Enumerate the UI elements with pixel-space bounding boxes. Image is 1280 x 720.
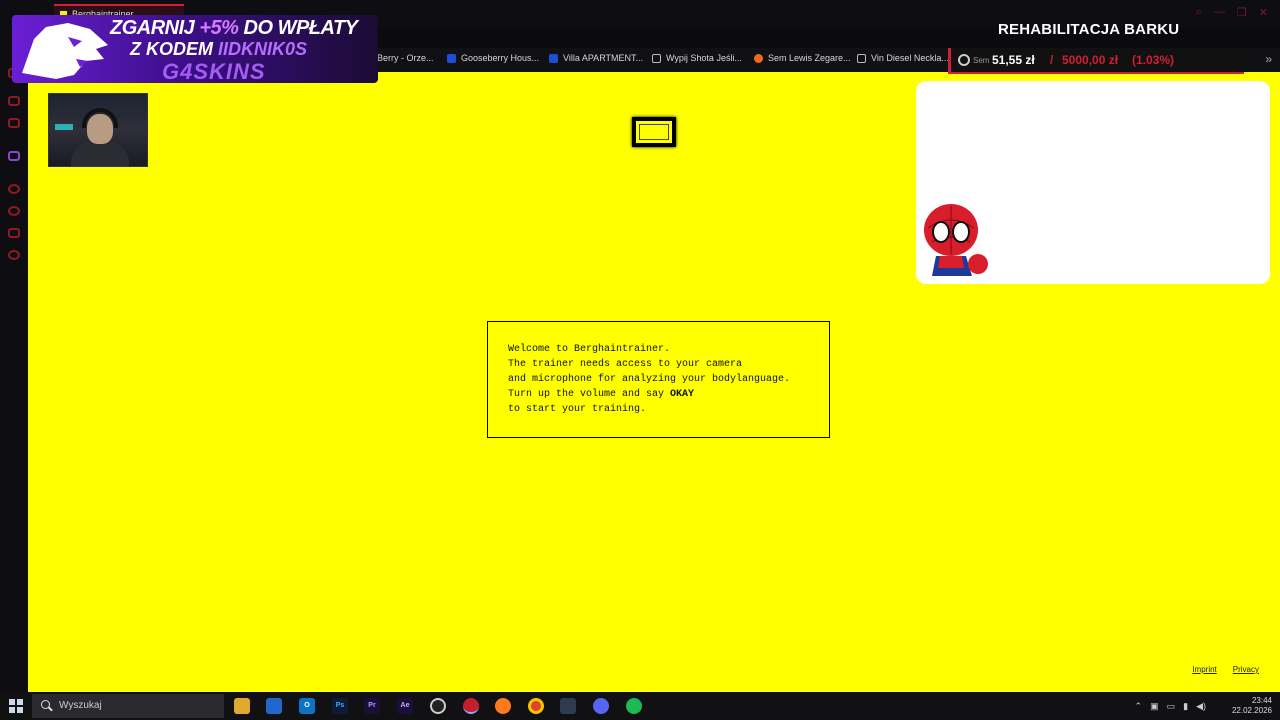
premiere-icon[interactable]: Pr <box>364 698 380 714</box>
booking-icon <box>549 53 558 63</box>
system-tray: ⌃ ▣ ▭ ▮ ◀) <box>1135 701 1206 712</box>
welcome-line: Turn up the volume and say OKAY <box>508 389 695 400</box>
imprint-link[interactable]: Imprint <box>1192 665 1216 674</box>
sidebar-app-icon[interactable] <box>8 118 20 128</box>
sidebar-app-icon[interactable] <box>8 184 20 194</box>
aliexpress-icon <box>754 53 763 63</box>
store-icon[interactable] <box>266 698 282 714</box>
outlook-icon[interactable]: O <box>299 698 315 714</box>
spiderman-sticker-icon <box>924 204 988 276</box>
goal-coin-icon <box>958 54 970 66</box>
clock-date: 22.02.2026 <box>1231 706 1272 715</box>
welcome-line: Welcome to Berghaintrainer. <box>508 344 671 355</box>
app-icon[interactable] <box>560 698 576 714</box>
welcome-line: and microphone for analyzing your bodyla… <box>508 374 791 385</box>
volume-icon[interactable]: ◀) <box>1196 701 1206 712</box>
bookmark-item[interactable]: Villa APARTMENT... <box>549 53 643 63</box>
opera-gx-icon[interactable] <box>463 698 479 714</box>
browser-sidebar <box>0 28 28 692</box>
search-icon <box>41 700 50 709</box>
tray-app-icon[interactable]: ▣ <box>1150 701 1159 712</box>
obs-icon[interactable] <box>430 698 446 714</box>
headphones-icon <box>82 108 118 128</box>
okay-keyword[interactable]: OKAY <box>670 389 694 400</box>
goal-percent: (1.03%) <box>1132 53 1175 67</box>
windows-start-icon[interactable] <box>9 699 23 713</box>
twitch-icon[interactable] <box>8 151 20 161</box>
close-icon[interactable]: ✕ <box>1259 6 1268 19</box>
page-icon <box>857 53 866 63</box>
footer-links: Imprint Privacy <box>1192 665 1259 674</box>
discord-icon[interactable] <box>593 698 609 714</box>
promo-line-1: ZGARNIJ +5% DO WPŁATY <box>110 17 358 39</box>
privacy-link[interactable]: Privacy <box>1233 665 1259 674</box>
after-effects-icon[interactable]: Ae <box>397 698 413 714</box>
taskbar-search-box[interactable]: Wyszukaj <box>32 694 224 718</box>
goal-current-amount: 51,55 zł <box>992 53 1035 67</box>
booking-icon <box>447 53 456 63</box>
more-bookmarks-chevron-icon[interactable]: » <box>1265 52 1272 66</box>
donation-goal-title: REHABILITACJA BARKU <box>998 21 1180 38</box>
firefox-icon[interactable] <box>495 698 511 714</box>
clock-time: 23:44 <box>1251 696 1272 705</box>
goal-target-amount: 5000,00 zł <box>1062 53 1119 67</box>
streamer-webcam <box>48 93 148 167</box>
microphone-icon[interactable]: ▮ <box>1183 701 1188 712</box>
bookmark-item[interactable]: Gooseberry Hous... <box>447 53 539 63</box>
promo-banner: ZGARNIJ +5% DO WPŁATY Z KODEM IIDKNIK0S … <box>12 15 378 83</box>
search-icon[interactable]: ⌕ <box>1196 6 1202 19</box>
window-controls: ⌕ — ❐ ✕ <box>1196 6 1268 19</box>
settings-icon[interactable] <box>8 250 20 260</box>
goal-sem-label: Sem <box>973 56 990 65</box>
windows-taskbar: Wyszukaj O Ps Pr Ae ⌃ ▣ ▭ ▮ ◀) 23:44 22.… <box>0 692 1280 720</box>
promo-line-2: Z KODEM IIDKNIK0S <box>130 39 308 59</box>
photoshop-icon[interactable]: Ps <box>332 698 348 714</box>
spotify-icon[interactable] <box>626 698 642 714</box>
bookmark-item[interactable]: Berry - Orze... <box>377 53 434 63</box>
bookmark-item[interactable]: Vin Diesel Neckla... <box>857 53 949 63</box>
file-explorer-icon[interactable] <box>234 698 250 714</box>
berghaintrainer-logo <box>632 117 676 147</box>
sidebar-app-icon[interactable] <box>8 96 20 106</box>
welcome-line: to start your training. <box>508 404 647 415</box>
sidebar-app-icon[interactable] <box>8 228 20 238</box>
network-icon[interactable]: ▭ <box>1167 701 1176 712</box>
panther-mascot-icon <box>22 23 108 79</box>
chrome-icon[interactable] <box>528 698 544 714</box>
promo-brand: G4SKINS <box>162 59 266 83</box>
tray-expand-icon[interactable]: ⌃ <box>1135 701 1143 712</box>
welcome-dialog: Welcome to Berghaintrainer. The trainer … <box>487 321 830 438</box>
goal-separator: / <box>1050 53 1054 67</box>
taskbar-clock[interactable]: 23:44 22.02.2026 <box>1232 696 1272 716</box>
minimize-icon[interactable]: — <box>1214 6 1225 19</box>
screen: Berghaintrainer ⌕ — ❐ ✕ Berry - Orze... … <box>0 0 1280 720</box>
history-icon[interactable] <box>8 206 20 216</box>
bookmark-item[interactable]: Sem Lewis Zegare... <box>754 53 851 63</box>
welcome-line: The trainer needs access to your camera <box>508 359 743 370</box>
page-icon <box>652 53 661 63</box>
maximize-icon[interactable]: ❐ <box>1237 6 1247 19</box>
bookmark-item[interactable]: Wypij Shota Jeśli... <box>652 53 742 63</box>
